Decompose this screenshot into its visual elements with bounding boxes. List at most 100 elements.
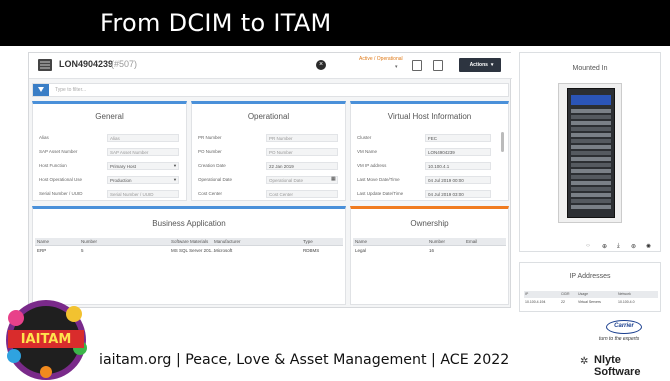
general-card: General Alias Alias SAP Asset Number SAP… <box>32 101 187 201</box>
rack-unit <box>571 145 611 149</box>
sap-asset-number-field[interactable]: SAP Asset Number <box>107 148 179 156</box>
field-label: VM Name <box>357 149 378 154</box>
chevron-down-icon[interactable]: ▼ <box>173 163 177 168</box>
zoom-icon[interactable]: ⊕ <box>602 243 607 250</box>
business-application-title: Business Application <box>152 219 226 228</box>
field-label: Cost Center <box>198 191 223 196</box>
column-header[interactable]: Number <box>429 239 445 244</box>
rack-unit <box>571 193 611 197</box>
table-cell: ERP <box>37 248 47 253</box>
po-number-field[interactable]: PO Number <box>266 148 338 156</box>
vm-ip-value: 10.100.4.1 <box>425 162 491 170</box>
ownership-title: Ownership <box>410 219 449 228</box>
table-cell: 16 <box>429 248 435 253</box>
column-header[interactable]: Software Materials <box>171 239 208 244</box>
field-label: VM IP address <box>357 163 387 168</box>
ownership-card: Ownership Name Number Email Legal 16 <box>350 206 509 305</box>
cluster-value: FEC <box>425 134 491 142</box>
host-operational-use-select[interactable]: Production <box>107 176 179 184</box>
target-icon[interactable]: ⊛ <box>631 243 636 250</box>
operational-title: Operational <box>247 112 290 121</box>
rack-unit <box>571 205 611 209</box>
operational-card: Operational PR Number PR Number PO Numbe… <box>191 101 346 201</box>
rack-unit <box>571 139 611 143</box>
column-header[interactable]: IP <box>525 292 528 296</box>
vm-name-value: LON4904239 <box>425 148 491 156</box>
field-label: SAP Asset Number <box>39 149 78 154</box>
close-icon[interactable]: × <box>316 60 326 70</box>
table-row[interactable]: 10.100.4.194 22 Virtual Servers 10.100.4… <box>524 299 658 306</box>
iaitam-logo: IAITAM <box>6 300 87 380</box>
rack-unit <box>571 163 611 167</box>
rack-unit <box>571 181 611 185</box>
calendar-icon[interactable]: ▦ <box>331 176 336 182</box>
slide: From DCIM to ITAM LON4904239 (#507) × Ac… <box>0 0 670 381</box>
general-title: General <box>95 112 124 121</box>
virtual-host-title: Virtual Host Information <box>387 112 472 121</box>
filter-icon[interactable] <box>33 84 49 96</box>
attachment-icon[interactable] <box>412 60 422 71</box>
table-cell: 10.100.4.194 <box>525 300 546 304</box>
column-header[interactable]: Type <box>303 239 313 244</box>
rack-unit <box>571 121 611 125</box>
asset-header: LON4904239 (#507) × Active / Operational… <box>29 53 512 79</box>
rack-image[interactable] <box>558 83 622 223</box>
column-header[interactable]: Name <box>355 239 367 244</box>
rack-highlight <box>571 95 611 105</box>
table-cell: Microsoft <box>214 248 233 253</box>
pr-number-field[interactable]: PR Number <box>266 134 338 142</box>
table-header: Name Number Software Materials Manufactu… <box>35 238 343 246</box>
rack-unit <box>571 187 611 191</box>
scrollbar[interactable] <box>501 132 504 152</box>
host-function-select[interactable]: Primary Host <box>107 162 179 170</box>
status-dropdown[interactable]: Active / Operational <box>359 56 403 62</box>
footer-text: iaitam.org | Peace, Love & Asset Managem… <box>99 352 510 368</box>
creation-date-field: 22 Jan 2019 <box>266 162 338 170</box>
column-header[interactable]: Network <box>618 292 631 296</box>
field-label: PO Number <box>198 149 222 154</box>
column-header[interactable]: CIDR <box>561 292 570 296</box>
rack-unit <box>571 157 611 161</box>
download-icon[interactable]: ⤓ <box>617 243 620 250</box>
rack-unit <box>571 127 611 131</box>
asset-id: (#507) <box>111 59 138 69</box>
field-label: PR Number <box>198 135 222 140</box>
last-move-value: 04 Jul 2019 00:00 <box>425 176 491 184</box>
column-header[interactable]: Name <box>37 239 49 244</box>
gear-icon[interactable]: ✺ <box>646 243 651 250</box>
back-icon[interactable]: ‹› <box>586 243 590 249</box>
note-icon[interactable] <box>433 60 443 71</box>
asset-name: LON4904239 <box>59 59 114 69</box>
alias-field[interactable]: Alias <box>107 134 179 142</box>
column-header[interactable]: Number <box>81 239 97 244</box>
table-cell: 5 <box>81 248 84 253</box>
field-label: Operational Date <box>198 177 233 182</box>
chevron-down-icon[interactable]: ▼ <box>173 177 177 182</box>
virtual-host-card: Virtual Host Information Cluster FEC VM … <box>350 101 509 201</box>
table-cell: Virtual Servers <box>578 300 601 304</box>
actions-button[interactable]: Actions ▾ <box>459 58 501 72</box>
table-cell: Legal <box>355 248 367 253</box>
field-label: Last Move Date/Time <box>357 177 400 182</box>
rack-toolbar: ‹› ⊕ ⤓ ⊛ ✺ <box>586 243 656 253</box>
ip-addresses-title: IP Addresses <box>569 273 611 280</box>
table-row[interactable]: ERP 5 MS SQL Server 201... Microsoft RDB… <box>35 247 343 255</box>
field-label: Alias <box>39 135 49 140</box>
filter-bar[interactable]: Type to filter... <box>32 83 509 97</box>
rack-unit <box>571 109 611 113</box>
cost-center-field[interactable]: Cost Center <box>266 190 338 198</box>
field-label: Host Operational Use <box>39 177 83 182</box>
nlyte-logo: Nlyte Software <box>594 354 641 378</box>
table-cell: 10.100.4.0 <box>618 300 635 304</box>
table-row[interactable]: Legal 16 <box>353 247 506 255</box>
filter-input[interactable]: Type to filter... <box>55 87 86 93</box>
serial-number-field[interactable]: Serial Number / UUID <box>107 190 179 198</box>
chevron-down-icon[interactable]: ▾ <box>395 64 398 70</box>
column-header[interactable]: Usage <box>578 292 588 296</box>
column-header[interactable]: Manufacturer <box>214 239 241 244</box>
rack-unit <box>571 169 611 173</box>
column-header[interactable]: Email <box>466 239 477 244</box>
field-label: Serial Number / UUID <box>39 191 83 196</box>
server-icon <box>38 59 52 71</box>
operational-date-field[interactable]: Operational Date <box>266 176 338 184</box>
